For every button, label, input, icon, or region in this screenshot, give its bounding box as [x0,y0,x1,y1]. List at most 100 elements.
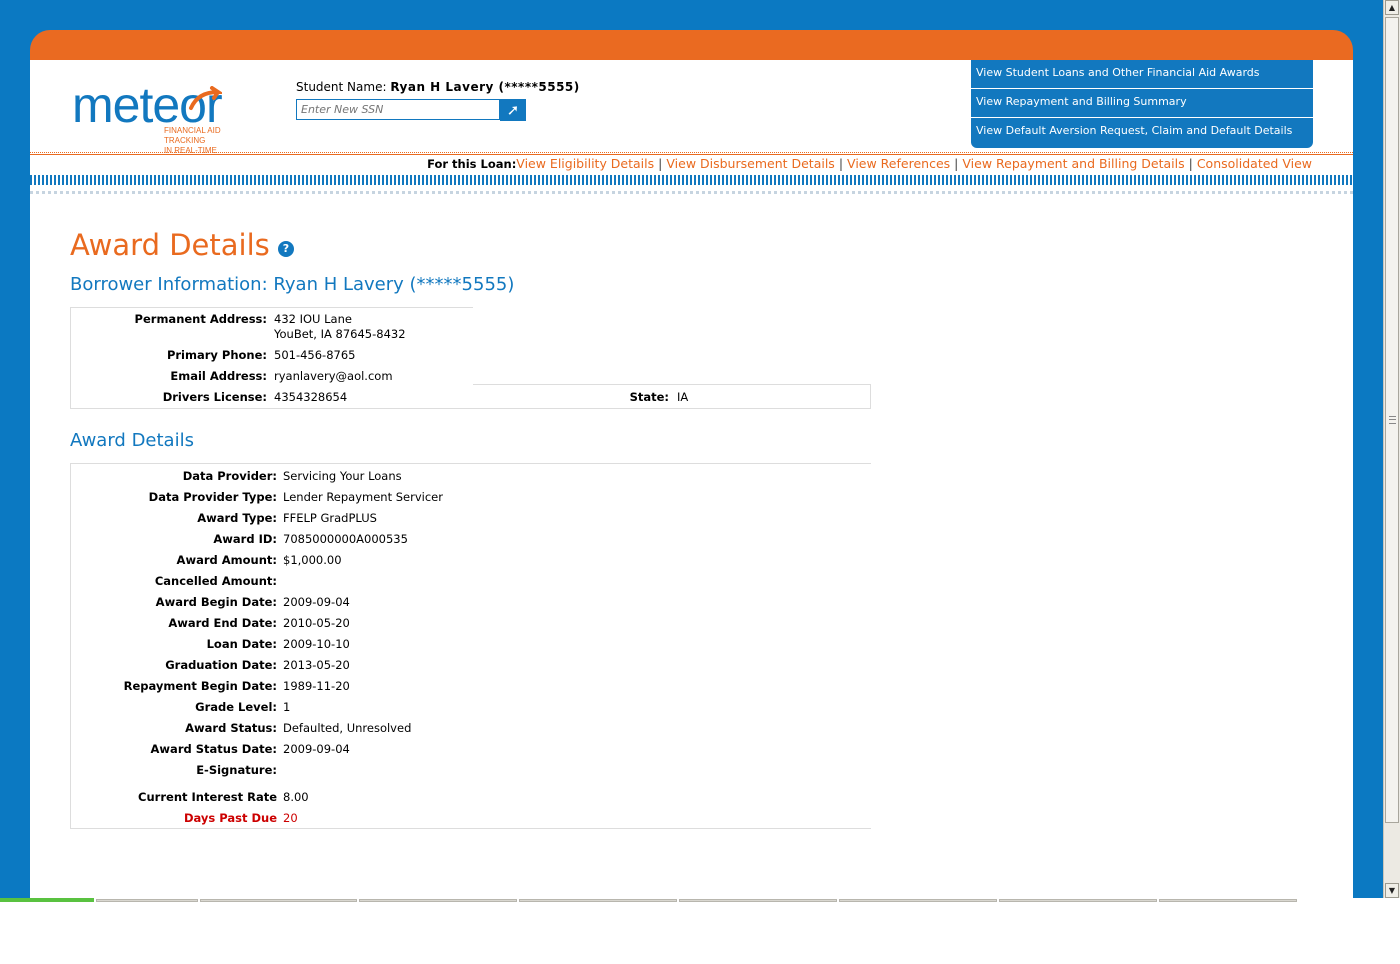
link-repayment-billing-details[interactable]: View Repayment and Billing Details [962,156,1184,171]
loan-nav: For this Loan:View Eligibility Details | V… [427,156,1312,171]
email-label-cell: Email Address: [71,369,267,383]
address-label-cell: Permanent Address: [71,312,267,326]
award-row-value: Lender Repayment Servicer [283,490,443,504]
days-past-due-row: Days Past Due 20 [71,811,871,827]
state-value: IA [677,390,689,404]
award-row: Award Status: Defaulted, Unresolved [71,721,871,737]
award-row-label: Award Amount: [176,553,277,567]
arrow-icon: ➚ [506,101,520,119]
status-bar-segment [679,899,837,902]
help-icon[interactable]: ? [278,241,294,257]
days-past-due-label: Days Past Due [183,811,277,825]
separator: | [838,156,844,171]
award-row-value: Defaulted, Unresolved [283,721,412,735]
award-row: Award End Date: 2010-05-20 [71,616,871,632]
award-details-heading: Award Details [70,430,194,451]
award-row: Award Type: FFELP GradPLUS [71,511,871,527]
menu-item-student-loans[interactable]: View Student Loans and Other Financial A… [971,60,1313,89]
divider [473,384,871,385]
interest-rate-row: Current Interest Rate 8.00 [71,790,871,806]
award-row-value: 2009-10-10 [283,637,350,651]
award-row-label: Award End Date: [168,616,277,630]
link-disbursement-details[interactable]: View Disbursement Details [666,156,834,171]
email-address-label: Email Address: [170,369,267,383]
interest-rate-label: Current Interest Rate [138,790,277,804]
drivers-license-label: Drivers License: [162,390,267,404]
address-line1: 432 IOU Lane [274,312,352,326]
award-row-label: Award Status Date: [150,742,277,756]
award-row-label: Award ID: [213,532,277,546]
loan-nav-label: For this Loan: [427,157,517,171]
primary-phone: 501-456-8765 [274,348,356,362]
link-consolidated-view[interactable]: Consolidated View [1197,156,1312,171]
link-eligibility-details[interactable]: View Eligibility Details [516,156,654,171]
email-address: ryanlavery@aol.com [274,369,393,383]
status-bar-segment [200,899,357,902]
award-row: Award Status Date: 2009-09-04 [71,742,871,758]
scroll-down-icon[interactable]: ▼ [1385,883,1399,898]
separator: | [658,156,663,171]
student-name-label: Student Name: [296,80,387,94]
state-label-cell: State: [591,390,669,404]
award-row-value: 7085000000A000535 [283,532,408,546]
progress-indicator [0,898,94,902]
logo-arrow-icon [189,86,222,110]
menu-item-repayment-summary[interactable]: View Repayment and Billing Summary [971,89,1313,118]
award-row-label: Data Provider: [182,469,277,483]
award-row-label: Grade Level: [195,700,277,714]
ssn-search: ➚ [296,99,526,121]
award-row: E-Signature: [71,763,871,779]
state-label: State: [629,390,669,404]
drivers-license: 4354328654 [274,390,348,404]
status-bar-segment [999,899,1157,902]
separator: | [954,156,959,171]
decorative-dots [30,191,1353,194]
ssn-input[interactable] [296,99,500,120]
award-row-label: Cancelled Amount: [154,574,277,588]
award-row-value: 2009-09-04 [283,742,350,756]
award-row-label: Loan Date: [206,637,277,651]
student-name: Ryan H Lavery (*****5555) [390,80,580,94]
award-row-label: E-Signature: [196,763,277,777]
award-row-value: 1989-11-20 [283,679,350,693]
days-past-due-value: 20 [283,811,298,825]
award-row-label: Repayment Begin Date: [123,679,277,693]
award-row-label: Graduation Date: [165,658,277,672]
link-references[interactable]: View References [847,156,950,171]
status-bar-segment [359,899,517,902]
separator: | [1188,156,1193,171]
borrower-heading: Borrower Information: Ryan H Lavery (***… [70,274,515,295]
license-label-cell: Drivers License: [71,390,267,404]
page-content: meteor FINANCIAL AID TRACKING IN REAL-TI… [30,60,1353,898]
decorative-stripe [30,175,1353,185]
menu-item-default-aversion[interactable]: View Default Aversion Request, Claim and… [971,118,1313,148]
divider [30,154,1353,155]
scroll-up-icon[interactable]: ▲ [1385,0,1399,15]
award-row-value: 1 [283,700,291,714]
award-row-value: 2013-05-20 [283,658,350,672]
student-name-block: Student Name: Ryan H Lavery (*****5555) [296,80,580,94]
award-row: Graduation Date: 2013-05-20 [71,658,871,674]
award-row: Data Provider: Servicing Your Loans [71,469,871,485]
award-row: Data Provider Type: Lender Repayment Serv… [71,490,871,506]
grip-icon [1389,416,1396,424]
permanent-address-label: Permanent Address: [134,312,267,326]
ssn-go-button[interactable]: ➚ [500,99,526,121]
page-title: Award Details [70,228,270,262]
award-row-label: Award Begin Date: [155,595,277,609]
divider [870,384,871,408]
award-row: Cancelled Amount: [71,574,871,590]
award-row: Award ID: 7085000000A000535 [71,532,871,548]
meteor-logo[interactable]: meteor FINANCIAL AID TRACKING IN REAL-TI… [72,80,262,155]
award-details-panel: Data Provider: Servicing Your Loans Data … [70,463,871,829]
award-row-value: $1,000.00 [283,553,342,567]
award-row-value: FFELP GradPLUS [283,511,377,525]
divider [71,307,473,308]
award-row-label: Award Type: [197,511,277,525]
award-row-value: 2010-05-20 [283,616,350,630]
vertical-scrollbar[interactable]: ▲ ▼ [1383,0,1400,898]
scrollbar-thumb[interactable] [1385,17,1399,823]
primary-phone-label: Primary Phone: [166,348,267,362]
phone-label-cell: Primary Phone: [71,348,267,362]
award-row-label: Data Provider Type: [148,490,277,504]
